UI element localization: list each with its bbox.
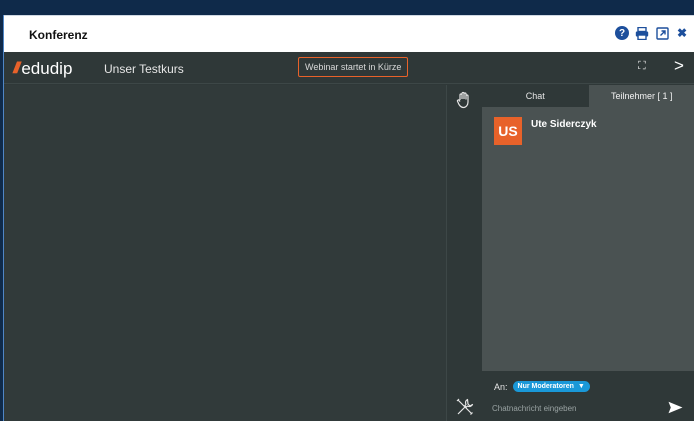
participant-item[interactable]: US Ute Siderczyk <box>494 117 597 145</box>
presentation-stage <box>4 85 446 421</box>
recipient-value: Nur Moderatoren <box>517 383 574 390</box>
participant-name: Ute Siderczyk <box>531 119 597 130</box>
help-icon[interactable]: ? <box>615 26 629 40</box>
panel-tabs: Chat Teilnehmer [ 1 ] <box>482 85 694 107</box>
external-window-icon[interactable] <box>655 26 669 40</box>
logo-mark: /// <box>13 60 21 77</box>
chat-message-input[interactable] <box>492 401 652 415</box>
course-title: Unser Testkurs <box>104 62 184 76</box>
tab-chat[interactable]: Chat <box>482 85 589 107</box>
side-toolstrip <box>446 85 482 421</box>
avatar: US <box>494 117 522 145</box>
window-titlebar: Konferenz ? ✖ <box>4 15 694 52</box>
chat-composer: An: Nur Moderatoren ▼ <box>482 371 694 421</box>
edudip-logo: /// edudip <box>13 59 72 79</box>
window-title: Konferenz <box>29 28 88 42</box>
webinar-status-badge: Webinar startet in Kürze <box>298 57 409 77</box>
collapse-panel-button[interactable]: > <box>674 56 684 76</box>
fullscreen-button[interactable]: ⛶ <box>638 60 646 73</box>
tab-participants[interactable]: Teilnehmer [ 1 ] <box>588 85 694 107</box>
recipient-row: An: Nur Moderatoren ▼ <box>494 381 590 392</box>
tools-icon[interactable] <box>455 397 475 421</box>
close-icon[interactable]: ✖ <box>675 26 689 40</box>
print-icon[interactable] <box>635 26 649 40</box>
chevron-down-icon: ▼ <box>577 383 585 390</box>
recipient-dropdown[interactable]: Nur Moderatoren ▼ <box>512 381 590 392</box>
window-controls: ? ✖ <box>615 26 689 40</box>
raise-hand-icon[interactable] <box>456 91 472 114</box>
logo-text: edudip <box>21 59 73 78</box>
side-panel: Chat Teilnehmer [ 1 ] US Ute Siderczyk A… <box>482 85 694 421</box>
conference-window: Konferenz ? ✖ /// edudip Unser Testkurs … <box>3 15 694 421</box>
send-icon[interactable] <box>668 401 683 419</box>
recipient-label: An: <box>494 381 508 392</box>
conference-toolbar: /// edudip Unser Testkurs Webinar starte… <box>4 52 694 84</box>
